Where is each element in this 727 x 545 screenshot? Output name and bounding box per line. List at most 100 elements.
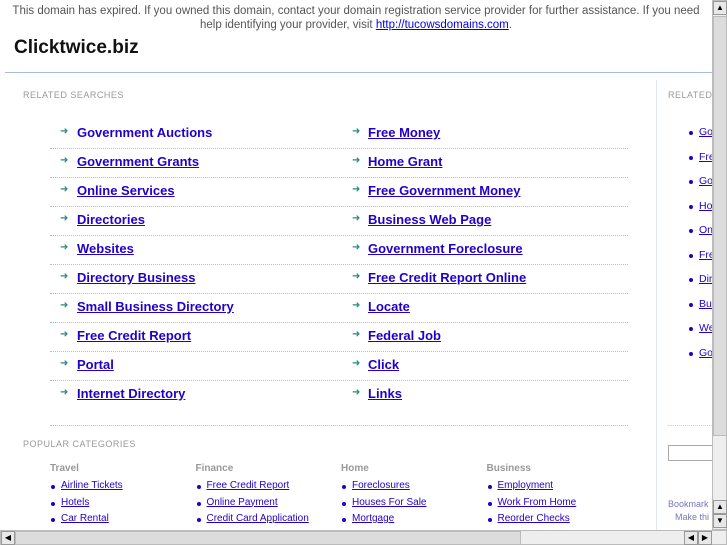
arrow-icon: ➜: [60, 271, 69, 282]
related-searches-heading: RELATED SEARCHES: [23, 90, 124, 100]
related-search-link[interactable]: Business Web Page: [368, 212, 491, 227]
arrow-icon: ➜: [60, 300, 69, 311]
related-search-link[interactable]: Directory Business: [77, 270, 196, 285]
side-related-link[interactable]: Go: [699, 347, 712, 359]
category-link[interactable]: Employment: [498, 480, 554, 491]
category-link[interactable]: Free Credit Report: [207, 480, 290, 491]
side-related-link[interactable]: Dir: [699, 273, 712, 285]
related-search-link[interactable]: Home Grant: [368, 154, 442, 169]
bullet-icon: [342, 501, 346, 506]
category-heading: Travel: [50, 463, 79, 474]
row-divider: [50, 351, 628, 352]
side-related-heading: RELATED: [668, 90, 712, 100]
bullet-icon: [196, 501, 201, 506]
bookmark-link[interactable]: Bookmark: [668, 499, 709, 509]
row-divider: [50, 177, 628, 178]
category-heading: Business: [486, 463, 531, 474]
row-divider: [50, 293, 628, 294]
related-search-link[interactable]: Online Services: [77, 183, 175, 198]
popular-categories-heading: POPULAR CATEGORIES: [23, 439, 136, 449]
arrow-icon: ➜: [60, 184, 69, 195]
arrow-icon: ➜: [60, 242, 69, 253]
related-search-link[interactable]: Websites: [77, 241, 134, 256]
side-related-link[interactable]: We: [699, 322, 712, 334]
row-divider: [50, 425, 628, 426]
scroll-down-icon[interactable]: ▼: [713, 514, 727, 528]
row-divider: [50, 264, 628, 265]
category-link[interactable]: Car Rental: [61, 513, 109, 524]
related-search-link[interactable]: Click: [368, 357, 399, 372]
related-search-link[interactable]: Free Credit Report Online: [368, 270, 526, 285]
arrow-icon: ➜: [352, 271, 361, 282]
related-search-link[interactable]: Free Money: [368, 125, 440, 140]
scroll-up-icon[interactable]: ▲: [713, 1, 727, 15]
arrow-icon: ➜: [352, 126, 361, 137]
category-link[interactable]: Mortgage: [352, 513, 394, 524]
category-link[interactable]: Credit Card Application: [207, 513, 309, 524]
related-search-link[interactable]: Government Grants: [77, 154, 199, 169]
category-link[interactable]: Work From Home: [498, 497, 577, 508]
related-search-link[interactable]: Government Foreclosure: [368, 241, 523, 256]
side-related-link[interactable]: Bus: [699, 298, 712, 310]
bullet-icon: [487, 501, 492, 506]
category-heading: Finance: [195, 463, 234, 474]
category-link[interactable]: Airline Tickets: [61, 480, 123, 491]
bullet-icon: [689, 131, 693, 135]
arrow-icon: ➜: [60, 358, 69, 369]
side-related-link[interactable]: Ho: [699, 200, 712, 212]
bullet-icon: [342, 485, 346, 489]
side-divider: [668, 425, 712, 426]
related-search-link[interactable]: Federal Job: [368, 328, 441, 343]
side-related-link[interactable]: Fre: [699, 151, 712, 163]
related-search-link[interactable]: Internet Directory: [77, 386, 185, 401]
scroll-up-icon[interactable]: ▲: [713, 500, 727, 514]
bullet-icon: [689, 327, 693, 331]
bullet-icon: [487, 485, 492, 489]
related-search-link[interactable]: Directories: [77, 212, 145, 227]
bullet-icon: [689, 229, 693, 233]
arrow-icon: ➜: [352, 242, 361, 253]
vertical-scroll-thumb[interactable]: [713, 16, 727, 436]
bullet-icon: [196, 518, 201, 522]
side-related-link[interactable]: Go: [699, 175, 712, 187]
arrow-icon: ➜: [60, 213, 69, 224]
related-search-link[interactable]: Locate: [368, 299, 410, 314]
row-divider: [50, 380, 628, 381]
scroll-left-icon[interactable]: ◀: [684, 531, 698, 545]
bullet-icon: [689, 278, 693, 282]
category-link[interactable]: Hotels: [61, 497, 89, 508]
row-divider: [50, 322, 628, 323]
arrow-icon: ➜: [60, 155, 69, 166]
category-link[interactable]: Online Payment: [207, 497, 278, 508]
bullet-icon: [51, 518, 55, 522]
bullet-icon: [196, 485, 201, 489]
side-related-link[interactable]: Fre: [699, 249, 712, 261]
related-search-link[interactable]: Portal: [77, 357, 114, 372]
bullet-icon: [487, 518, 492, 522]
category-link[interactable]: Reorder Checks: [498, 513, 570, 524]
expired-notice: This domain has expired. If you owned th…: [12, 5, 700, 31]
make-homepage-link[interactable]: Make thi: [675, 512, 712, 522]
bullet-icon: [689, 351, 693, 356]
side-related-link[interactable]: On: [699, 224, 712, 236]
related-search-link[interactable]: Free Credit Report: [77, 328, 191, 343]
scroll-left-icon[interactable]: ◀: [1, 531, 15, 545]
related-search-link[interactable]: Government Auctions: [77, 125, 212, 140]
page-title: Clicktwice.biz: [14, 37, 139, 58]
bullet-icon: [689, 302, 693, 307]
tucows-link[interactable]: http://tucowsdomains.com: [376, 19, 509, 31]
category-link[interactable]: Foreclosures: [352, 480, 410, 491]
arrow-icon: ➜: [352, 213, 361, 224]
related-search-link[interactable]: Small Business Directory: [77, 299, 234, 314]
scroll-right-icon[interactable]: ▶: [698, 531, 712, 545]
related-search-link[interactable]: Free Government Money: [368, 183, 520, 198]
row-divider: [50, 148, 628, 149]
column-divider: [656, 80, 657, 530]
side-related-link[interactable]: Go: [699, 126, 712, 138]
bullet-icon: [689, 155, 693, 160]
horizontal-scroll-thumb[interactable]: [15, 531, 521, 545]
search-input[interactable]: [668, 445, 718, 461]
related-search-link[interactable]: Links: [368, 386, 402, 401]
category-link[interactable]: Houses For Sale: [352, 497, 426, 508]
row-divider: [50, 235, 628, 236]
